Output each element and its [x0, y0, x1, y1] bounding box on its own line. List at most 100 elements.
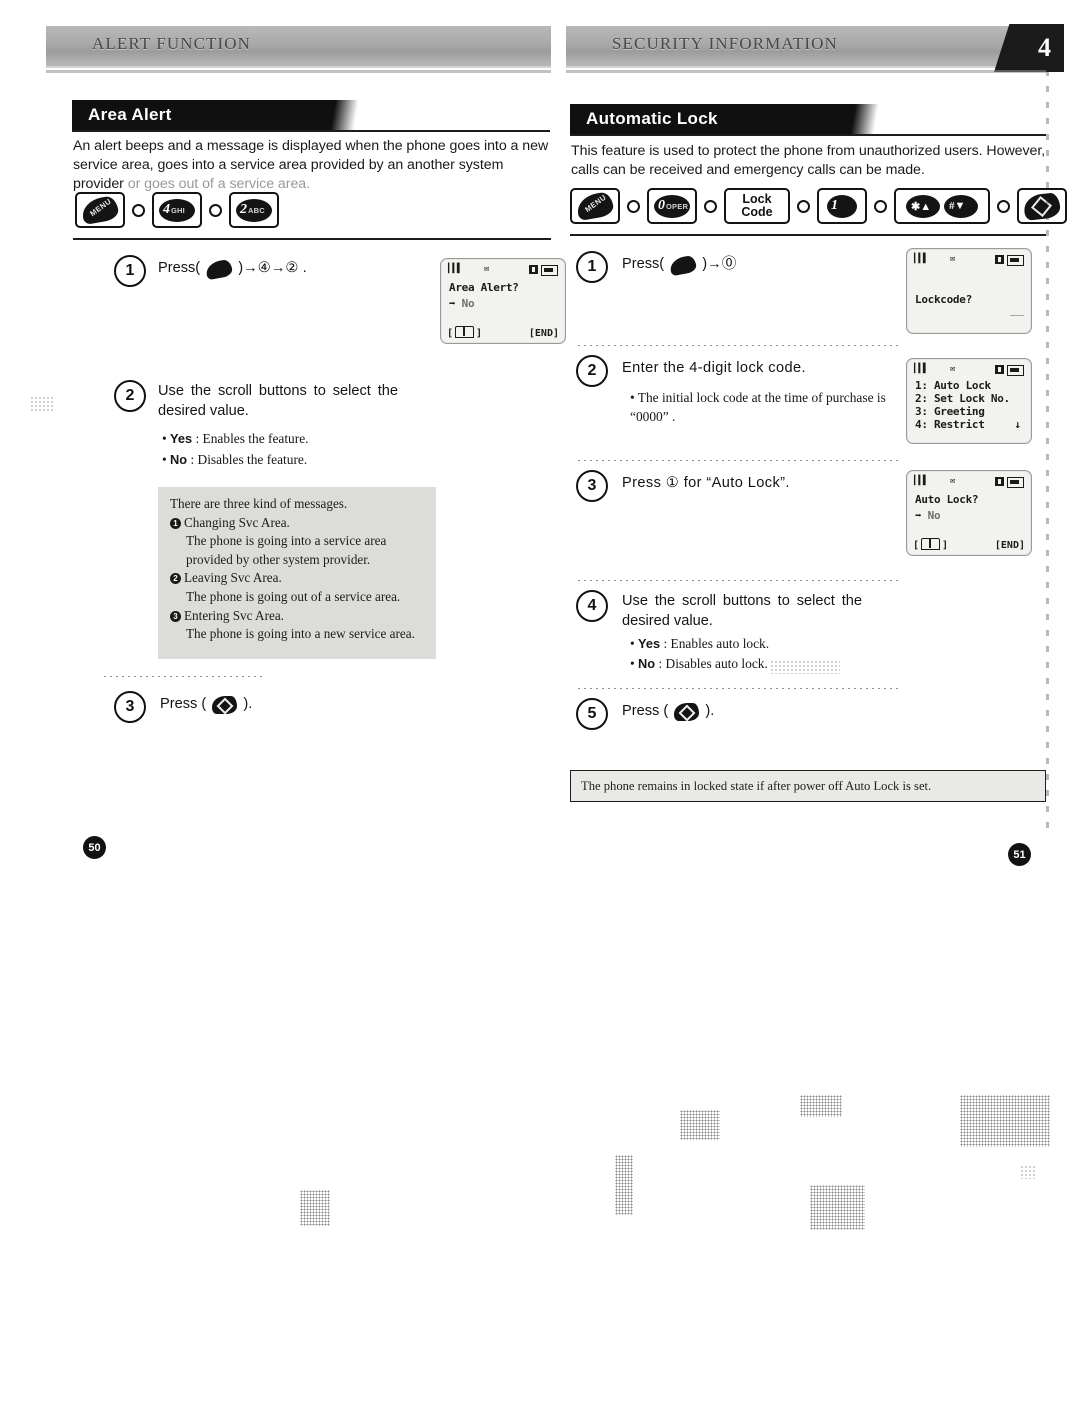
menu-key-icon: MENU: [575, 191, 615, 221]
note-item-1-title: 1 Changing Svc Area.: [170, 514, 424, 533]
menu-key[interactable]: MENU: [570, 188, 620, 224]
menu-key[interactable]: MENU: [75, 192, 125, 228]
lock-code-key-label: Lock Code: [741, 193, 772, 219]
book-icon: [455, 326, 475, 338]
ok-key-icon: [674, 703, 700, 727]
right-step-1-text: Press( )→⓪: [622, 254, 872, 280]
chapter-tab-number: 4: [1038, 33, 1051, 62]
right-step-1-number: 1: [576, 251, 608, 283]
lcd-status-bar: ▎▍▌ ✉: [914, 476, 1024, 488]
security-menu-item-4: 4: Restrict: [915, 418, 985, 431]
security-menu-item-2: 2: Set Lock No.: [915, 392, 1010, 405]
left-step-2-number: 2: [114, 380, 146, 412]
right-step-2-number: 2: [576, 355, 608, 387]
auto-lock-tip-box: The phone remains in locked state if aft…: [570, 770, 1046, 802]
number-badge-1-icon: 1: [170, 517, 181, 529]
menu-key-icon: [668, 254, 698, 280]
selection-arrow-icon: ➡: [915, 509, 922, 522]
key-separator-dot-icon: [209, 203, 222, 217]
number-badge-3-icon: 3: [170, 610, 181, 622]
scan-speckle: [615, 1155, 633, 1215]
scan-speckle: [810, 1185, 865, 1230]
bullet-item: • The initial lock code at the time of p…: [630, 390, 886, 424]
number-key-4[interactable]: 4 GHI: [152, 192, 202, 228]
hash-down-label: #▼: [949, 200, 966, 212]
signal-bars-icon: ▎▍▌: [914, 364, 928, 374]
lcd-line-2-value: No: [461, 297, 475, 310]
envelope-icon: ✉: [950, 254, 956, 264]
note-item-3-title: 3 Entering Svc Area.: [170, 607, 424, 626]
lcd-softkey-right: [END]: [994, 540, 1025, 551]
bullet-term: No: [638, 656, 656, 671]
battery-icon: [1007, 477, 1024, 488]
bullet-term: No: [170, 452, 188, 467]
right-step-3-text: Press ① for “Auto Lock”.: [622, 475, 790, 491]
lcd-status-bar: ▎▍▌ ✉: [914, 364, 1024, 376]
left-step-1-text: Press( )→④→② .: [158, 258, 408, 284]
right-step-4-text: Use the scroll buttons to select the des…: [622, 593, 862, 629]
message-types-note-box: There are three kind of messages. 1 Chang…: [158, 487, 436, 659]
left-step-3-number: 3: [114, 691, 146, 723]
number-key-4-letters: GHI: [171, 205, 185, 215]
key-separator-dot-icon: [997, 199, 1010, 213]
signal-bars-icon: ▎▍▌: [914, 476, 928, 486]
number-key-0[interactable]: 0 OPER: [647, 188, 697, 224]
chapter-tab: 4: [994, 24, 1064, 72]
right-page: SECURITY INFORMATION 4 Automatic Lock Th…: [556, 0, 1067, 900]
key-separator-dot-icon: [797, 199, 810, 213]
left-step-2-bullets: • Yes : Enables the feature. • No : Disa…: [162, 428, 422, 470]
scan-speckle: [300, 1190, 330, 1226]
bullet-desc: : Enables auto lock.: [663, 636, 770, 651]
scroll-keys[interactable]: ✱▲ #▼: [894, 188, 990, 224]
right-step-4-bullets: • Yes : Enables auto lock. • No : Disabl…: [630, 634, 890, 674]
automatic-lock-intro: This feature is used to protect the phon…: [571, 143, 1046, 178]
lcd-softkey-left: []: [447, 326, 483, 339]
right-step-4-number: 4: [576, 590, 608, 622]
star-up-key-icon: ✱▲: [906, 194, 940, 218]
left-step-2-text: Use the scroll buttons to select the des…: [158, 383, 398, 419]
right-step-3-number: 3: [576, 470, 608, 502]
number-key-2[interactable]: 2 ABC: [229, 192, 279, 228]
number-key-0-digit: 0: [658, 198, 665, 213]
key-separator-dot-icon: [874, 199, 887, 213]
left-page: ALERT FUNCTION Area Alert An alert beeps…: [28, 0, 566, 900]
text-mode-icon: [995, 365, 1004, 374]
key-separator-dot-icon: [704, 199, 717, 213]
right-step-2-text: Enter the 4-digit lock code.: [622, 360, 806, 376]
lockcode-input-marks: ————: [1010, 311, 1024, 319]
auto-lock-tip-text: The phone remains in locked state if aft…: [581, 778, 932, 793]
selection-arrow-icon: ➡: [449, 297, 456, 310]
scan-speckle: [960, 1095, 1050, 1147]
right-running-head-rule: [566, 70, 1046, 73]
bullet-term: Yes: [170, 431, 193, 446]
lcd-line-1: Area Alert?: [449, 281, 519, 294]
note-box-heading: There are three kind of messages.: [170, 496, 348, 511]
right-step-1-prefix: Press(: [622, 256, 665, 272]
right-step-4-divider: [578, 580, 900, 581]
bullet-item: • No : Disables the feature.: [162, 452, 308, 467]
number-key-2-digit: 2: [240, 202, 247, 217]
scanned-manual-page: ALERT FUNCTION Area Alert An alert beeps…: [0, 0, 1080, 1420]
text-mode-icon: [995, 477, 1004, 486]
scan-speckle: [770, 660, 840, 674]
auto-lock-lcd-screen: ▎▍▌ ✉ Auto Lock? ➡ No [] [END]: [906, 470, 1032, 556]
number-key-1[interactable]: 1: [817, 188, 867, 224]
left-step-1-suffix: )→④→② .: [238, 260, 307, 276]
number-key-0-icon: 0 OPER: [654, 194, 690, 218]
left-page-number: 50: [83, 836, 106, 859]
number-key-4-icon: 4 GHI: [159, 198, 195, 222]
number-key-2-icon: 2 ABC: [236, 198, 272, 222]
security-menu-lcd-screen: ▎▍▌ ✉ 1: Auto Lock 2: Set Lock No. 3: Gr…: [906, 358, 1032, 444]
left-step-3-divider: [104, 676, 264, 677]
area-alert-intro-faded: or goes out of a service area.: [127, 176, 311, 192]
area-alert-banner-rule: [72, 130, 550, 132]
key-separator-dot-icon: [627, 199, 640, 213]
ok-key[interactable]: [1017, 188, 1067, 224]
lock-code-key[interactable]: Lock Code: [724, 188, 790, 224]
right-step-5-number: 5: [576, 698, 608, 730]
left-step-3-text: Press ( ).: [160, 694, 390, 720]
area-alert-banner: Area Alert: [72, 100, 360, 130]
auto-lock-prompt: Auto Lock?: [915, 493, 979, 506]
security-menu-item-3: 3: Greeting: [915, 405, 985, 418]
star-up-label: ✱▲: [911, 200, 932, 213]
